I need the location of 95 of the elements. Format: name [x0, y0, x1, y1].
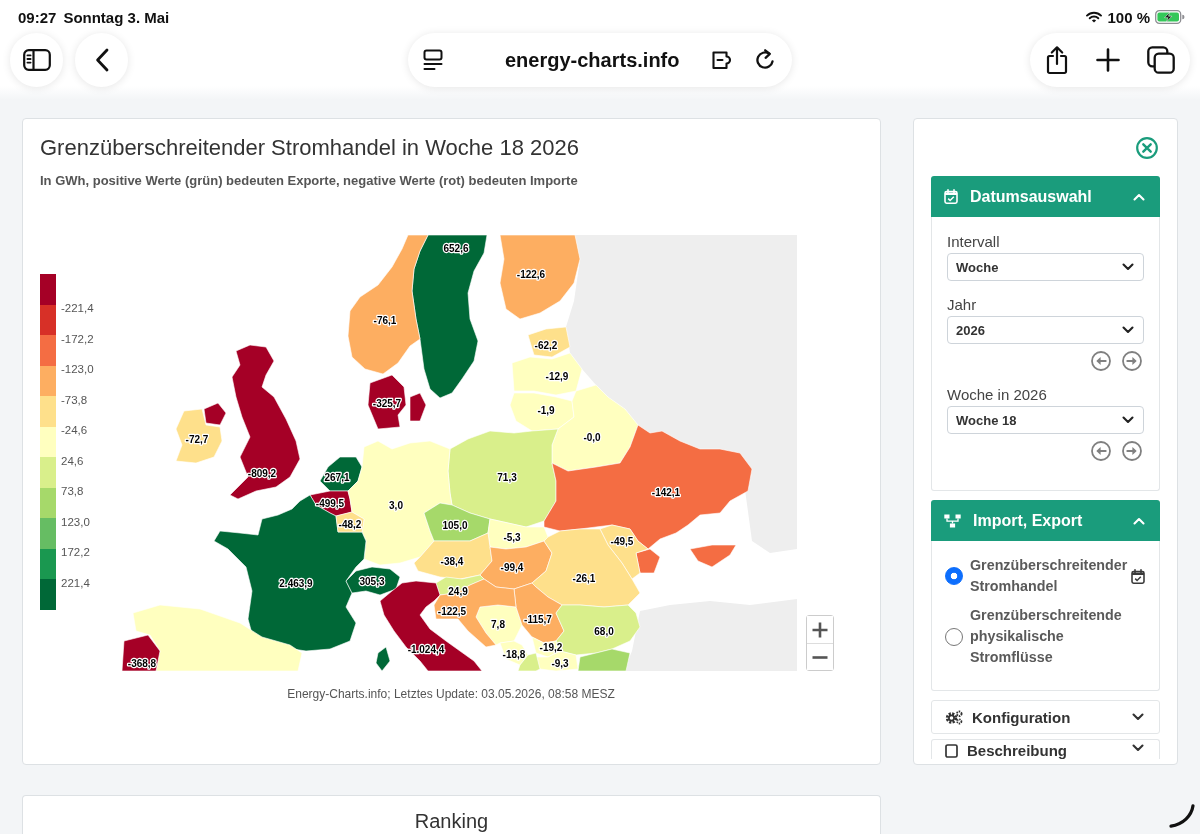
hierarchy-icon [944, 513, 961, 528]
arrow-right-circle-icon[interactable] [1122, 441, 1142, 461]
region-value: -5,3 [503, 531, 521, 543]
region-value: 3,0 [389, 499, 403, 511]
legend-label: -221,4 [61, 301, 94, 315]
chevron-down-icon [1122, 263, 1134, 271]
dropdown[interactable]: Woche 18 [947, 406, 1144, 434]
region-value: 267,1 [324, 471, 350, 483]
region-value: -19,2 [539, 641, 563, 653]
region-value: -18,8 [502, 648, 526, 660]
region-value: -499,5 [315, 497, 345, 509]
status-date: Sonntag 3. Mai [63, 8, 170, 26]
chevron-up-icon [1133, 192, 1145, 201]
chevron-left-icon [94, 48, 109, 72]
region-value: -122,6 [516, 268, 546, 280]
region-value: -49,5 [610, 535, 634, 547]
region-value: -325,7 [372, 397, 402, 409]
tabs-icon[interactable] [1147, 46, 1175, 74]
accordion-header[interactable]: Konfiguration [931, 700, 1160, 734]
arrow-left-circle-icon[interactable] [1091, 351, 1111, 371]
field-label: Intervall [947, 233, 1000, 251]
sidebar-button[interactable] [10, 33, 63, 87]
region-value: -122,5 [437, 605, 467, 617]
chevron-down-icon [1132, 744, 1144, 752]
legend-label: -24,6 [61, 423, 88, 437]
minus-icon [812, 655, 828, 659]
region-value: 68,0 [594, 625, 614, 637]
calendar-check-icon [944, 189, 958, 204]
region-value: -368,8 [127, 657, 157, 669]
accordion-header[interactable]: Beschreibung [931, 739, 1160, 759]
legend-label: 123,0 [61, 514, 90, 529]
legend-label: 73,8 [61, 484, 84, 498]
region-value: -48,2 [338, 518, 362, 530]
region-value: 105,0 [442, 519, 468, 531]
region-value: 652,6 [443, 242, 469, 254]
region-value: -809,2 [247, 467, 277, 479]
arrow-left-circle-icon[interactable] [1091, 441, 1111, 461]
square-icon [945, 744, 958, 758]
region-value: -115,7 [524, 613, 552, 625]
arrow-right-circle-icon[interactable] [1122, 351, 1142, 371]
clock-time: 09:27 [18, 8, 57, 26]
option-label[interactable]: Grenzüberschreitender Stromhandel [970, 555, 1131, 597]
region-value: -142,1 [651, 486, 681, 498]
chart-title: Grenzüberschreitender Stromhandel in Woche 18 2026 [40, 135, 579, 161]
dropdown[interactable]: 2026 [947, 316, 1144, 344]
wifi-icon [1086, 11, 1103, 23]
chevron-down-icon [1122, 416, 1134, 424]
region-value: 2.463,9 [279, 577, 313, 589]
section-title: Ranking [414, 810, 489, 832]
radio-button[interactable] [945, 627, 963, 646]
page-menu-icon[interactable] [423, 49, 443, 71]
arc-icon [1169, 804, 1195, 828]
share-icon[interactable] [1045, 45, 1069, 75]
radio-button[interactable] [945, 567, 963, 585]
chevron-up-icon [1133, 516, 1145, 525]
region-value: -9,3 [551, 657, 569, 669]
back-button[interactable] [75, 33, 128, 87]
gears-icon [945, 709, 963, 725]
chevron-down-icon [1132, 713, 1144, 721]
legend-label: 221,4 [61, 575, 90, 590]
region-value: 305,3 [359, 575, 385, 587]
chevron-down-icon [1122, 326, 1134, 334]
region-value: -12,9 [545, 370, 569, 382]
region-value: -72,7 [185, 433, 209, 445]
legend-label: 172,2 [61, 545, 90, 559]
region-value: 7,8 [491, 618, 505, 630]
reload-icon[interactable] [754, 48, 776, 72]
chart-subtitle: In GWh, positive Werte (grün) bedeuten Exporte, negative Werte (rot) bedeuten Importe [40, 173, 578, 188]
region-value: -38,4 [440, 555, 464, 567]
region-value: -62,2 [534, 339, 558, 351]
region-value: -99,4 [500, 561, 524, 573]
legend-label: -123,0 [61, 362, 94, 376]
region-value: -26,1 [572, 572, 596, 584]
legend-label: -172,2 [61, 331, 94, 346]
dropdown[interactable]: Woche [947, 253, 1144, 281]
plus-icon [812, 621, 828, 638]
field-label: Jahr [947, 296, 977, 314]
plus-icon[interactable] [1096, 48, 1120, 72]
zoom-out-button[interactable] [807, 643, 833, 670]
battery-icon [1155, 10, 1185, 24]
option-label[interactable]: Grenzüberschreitende physikalische Stromflüsse [970, 605, 1131, 668]
chart-credit: Energy-Charts.info; Letztes Update: 03.05.2026, 08:58 MESZ [287, 687, 615, 701]
legend-label: -73,8 [61, 392, 88, 407]
legend-label: 24,6 [61, 453, 84, 468]
battery-percent: 100 % [1107, 8, 1150, 26]
field-label: Woche in 2026 [947, 386, 1047, 404]
region-value: -1.024,4 [407, 643, 445, 655]
region-value: -1,9 [537, 404, 555, 416]
close-icon[interactable] [1136, 137, 1158, 159]
sidebar-icon [22, 49, 51, 71]
region-value: 71,3 [497, 471, 517, 483]
region-value: 24,9 [448, 585, 468, 597]
url-field[interactable]: energy-charts.info [505, 48, 680, 72]
region-value: -0,0 [583, 431, 601, 443]
region-value: -76,1 [373, 314, 397, 326]
